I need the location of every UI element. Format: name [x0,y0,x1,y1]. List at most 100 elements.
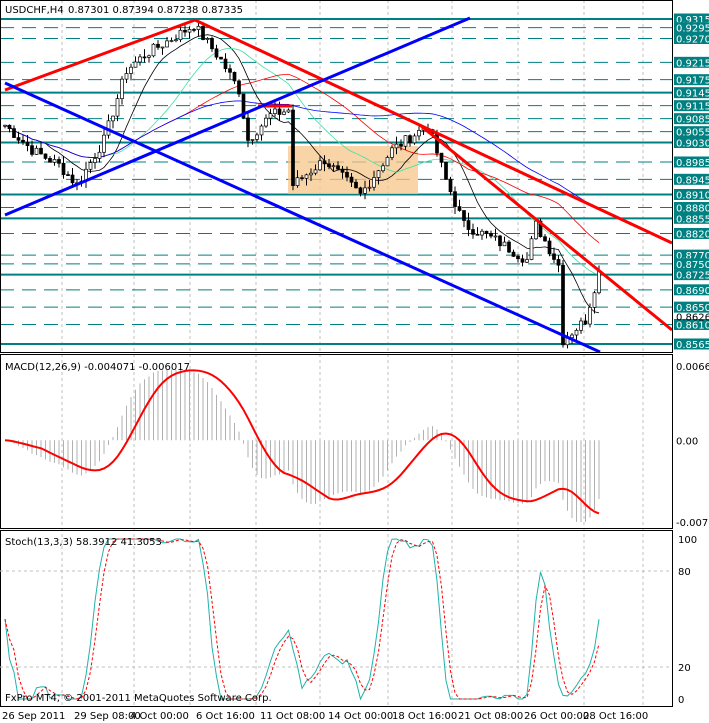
candle-body [66,174,70,176]
candle-body [273,108,277,114]
time-label: 18 Oct 16:00 [392,711,457,722]
candle-body [232,71,237,82]
candle-body [309,172,313,176]
price-label: 0.92700 [676,34,709,45]
price-label: 0.89450 [676,175,709,186]
candle-body [169,40,174,42]
candle-body [147,55,151,58]
candle-body [498,235,502,247]
candle-body [561,264,565,346]
price-label-plain: 0.86260 [676,313,709,324]
candle-body [583,320,588,325]
candle-body [372,177,376,188]
price-label: 0.87250 [676,271,709,282]
candle-body [394,143,399,149]
candle-body [57,159,61,164]
time-axis[interactable]: 26 Sep 2011 29 Sep 08:004 Oct 00:00 6 Oct … [2,711,648,722]
candle-body [390,147,394,158]
candle-body [156,43,160,48]
candle-body [354,181,358,189]
candle-body [30,145,34,155]
candle-body [7,124,12,129]
candle-body [12,128,16,138]
candle-body [327,163,331,168]
candle-body [322,160,327,165]
chart-canvas[interactable]: 0.931500.929500.927000.921500.917500.914… [0,0,709,723]
candle-body [291,109,295,186]
stoch-tick: 20 [678,663,691,674]
candle-body [196,25,201,30]
candle-body [403,135,408,147]
ohlc-readout: 0.87301 0.87394 0.87238 0.87335 [68,5,243,16]
stoch-panel[interactable]: 100 80 20 0 [0,535,697,706]
candle-body [489,233,493,237]
red-trendline-steep[interactable] [419,123,673,332]
candle-body [223,58,228,70]
candle-body [93,158,97,163]
macd-panel[interactable]: 0.006660 0.00 -0.007330 [4,362,709,529]
macd-tick: 0.00 [676,436,698,447]
time-label: 28 Oct 16:00 [583,711,648,722]
candle-body [520,258,525,263]
candle-body [471,229,475,235]
price-label: 0.92150 [676,58,709,69]
candle-body [120,78,124,99]
candle-body [466,220,471,230]
candle-body [345,171,349,178]
candle-body [70,174,75,184]
stoch-tick: 0 [678,695,684,706]
candle-body [111,115,115,122]
candle-body [318,160,322,171]
candle-body [448,178,453,193]
candle-body [264,117,268,127]
candle-body [336,165,340,170]
candle-body [417,130,421,137]
candle-body [255,134,259,140]
price-axis[interactable]: 0.931500.929500.927000.921500.917500.914… [674,13,709,351]
mt4-chart-window[interactable]: 0.931500.929500.927000.921500.917500.914… [0,0,709,723]
candle-body [534,220,538,240]
candle-body [399,143,403,147]
candle-body [511,251,516,257]
candle-body [516,256,520,260]
macd-tick: -0.007330 [676,518,709,529]
candle-body [52,159,57,163]
candle-body [160,46,165,49]
candle-body [556,259,561,266]
candle-body [331,165,336,168]
candle-body [300,177,304,180]
candle-body [174,39,178,42]
chart-header: USDCHF,H4 [5,5,64,16]
candle-body [286,109,291,113]
candle-body [214,48,219,58]
candle-body [219,56,223,60]
candle-body [39,147,43,155]
candle-body [358,187,363,194]
candle-body [138,56,142,63]
candle-body [547,240,552,255]
candle-body [192,29,196,31]
candle-body [381,165,385,172]
candle-body [61,162,66,175]
candle-body [259,125,264,136]
candle-body [304,174,309,179]
time-label: 26 Sep 2011 [2,711,65,722]
candle-body [142,56,147,59]
candle-body [439,152,444,163]
candle-body [48,158,52,163]
candle-body [592,292,597,308]
candle-body [457,206,462,211]
candle-body [187,29,192,33]
candle-body [525,259,529,263]
candle-body [34,147,39,155]
time-label: 11 Oct 08:00 [260,711,325,722]
price-label: 0.91450 [676,89,709,100]
candle-body [16,137,21,141]
axes [0,0,673,707]
stoch-label: Stoch(13,3,3) 58.3912 41.3053 [5,537,162,548]
candle-body [484,230,489,234]
copyright: FxPro MT4, © 2001-2011 MetaQuotes Softwa… [5,693,272,704]
time-label: 21 Oct 08:00 [458,711,523,722]
candle-body [385,157,390,167]
candle-body [124,73,129,80]
